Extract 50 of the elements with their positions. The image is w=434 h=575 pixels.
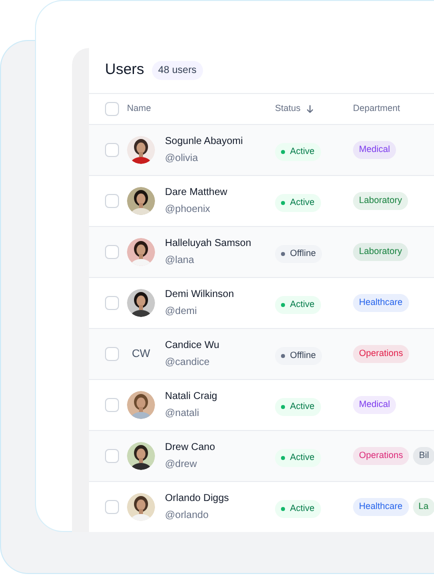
- row-checkbox[interactable]: [105, 296, 119, 310]
- department-tag: Healthcare: [353, 294, 409, 312]
- status-badge: Active: [275, 500, 321, 518]
- user-name: Sogunle Abayomi: [165, 135, 243, 149]
- row-checkbox[interactable]: [105, 500, 119, 514]
- user-count-badge: 48 users: [152, 61, 203, 80]
- row-checkbox[interactable]: [105, 245, 119, 259]
- user-handle: @lana: [165, 254, 196, 268]
- row-checkbox[interactable]: [105, 398, 119, 412]
- row-checkbox[interactable]: [105, 347, 119, 361]
- avatar-initials: CW: [130, 346, 152, 362]
- table-title: Users: [105, 60, 144, 80]
- row-checkbox[interactable]: [105, 143, 119, 157]
- status-badge: Active: [275, 449, 321, 467]
- user-name: Orlando Diggs: [165, 492, 229, 506]
- department-tag: Operations: [353, 345, 410, 363]
- sort-arrow-icon[interactable]: [304, 103, 315, 116]
- select-all-checkbox[interactable]: [105, 102, 119, 116]
- department-tag: Laboratory: [353, 192, 408, 210]
- status-badge: Active: [275, 143, 321, 161]
- user-name: Natali Craig: [165, 390, 218, 404]
- department-tag: Medical: [353, 141, 396, 159]
- status-badge: Active: [275, 194, 321, 212]
- status-badge: Active: [275, 398, 321, 416]
- user-name: Halleluyah Samson: [165, 237, 252, 251]
- user-handle: @natali: [165, 407, 200, 421]
- user-name: Dare Matthew: [165, 186, 228, 200]
- user-name: Candice Wu: [165, 339, 220, 353]
- column-header[interactable]: Status: [275, 102, 301, 116]
- department-tag: La: [412, 498, 434, 516]
- column-header[interactable]: Name: [127, 102, 152, 116]
- department-tag: Medical: [353, 396, 396, 414]
- status-badge: Active: [275, 296, 321, 314]
- user-handle: @phoenix: [165, 203, 212, 217]
- department-tag: Healthcare: [353, 498, 409, 516]
- department-tag: Bil: [413, 447, 434, 465]
- user-handle: @demi: [165, 305, 198, 319]
- user-name: Demi Wilkinson: [165, 288, 234, 302]
- row-checkbox[interactable]: [105, 194, 119, 208]
- department-tag: Laboratory: [353, 243, 408, 261]
- row-checkbox[interactable]: [105, 449, 119, 463]
- user-handle: @drew: [165, 458, 198, 472]
- user-handle: @orlando: [165, 509, 210, 523]
- column-header[interactable]: Department: [353, 102, 400, 116]
- user-name: Drew Cano: [165, 441, 216, 455]
- user-handle: @candice: [165, 356, 211, 370]
- user-handle: @olivia: [165, 152, 199, 166]
- department-tag: Operations: [353, 447, 410, 465]
- status-badge: Offline: [275, 245, 322, 263]
- status-badge: Offline: [275, 347, 322, 365]
